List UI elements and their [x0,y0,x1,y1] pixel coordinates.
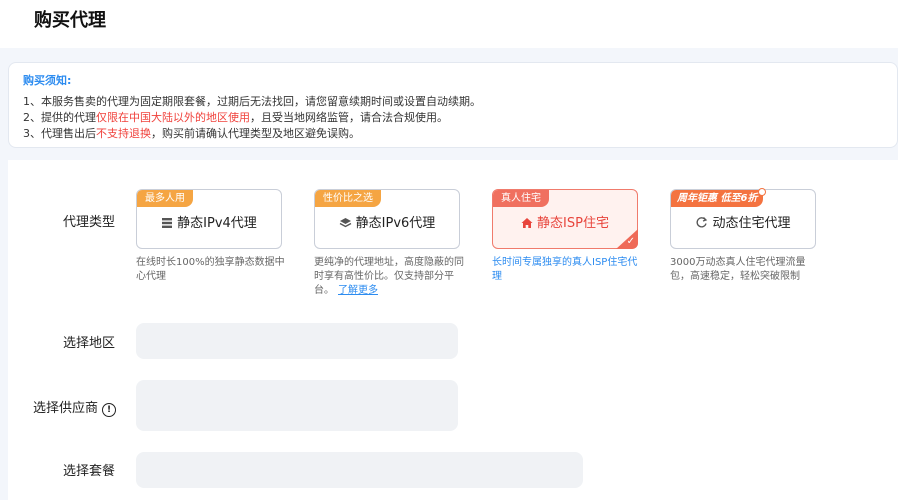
provider-select[interactable] [136,380,458,431]
proxy-type-label: 代理类型 [63,215,116,230]
notice-line-2-suffix: ，且受当地网络监管，请合法合规使用。 [250,111,448,124]
card-name-wrap: 静态IPv4代理 [137,212,281,233]
card-desc-dynamic-residential: 3000万动态真人住宅代理流量包，高速稳定，轻松突破限制 [670,257,806,282]
notice-line-2-prefix: 2、提供的代理 [23,111,96,124]
promo-dot [758,188,767,196]
card-tag: 最多人用 [137,190,193,207]
notice-line-3-suffix: ，购买前请确认代理类型及地区避免误购。 [151,127,360,140]
card-name: 动态住宅代理 [712,216,791,231]
notice-title: 购买须知: [23,74,72,87]
promo-tag-text: 周年钜惠 低至6折 [677,193,758,204]
notice-line-3-highlight: 不支持退换 [96,127,151,140]
proxy-card-dynamic-residential[interactable]: 周年钜惠 低至6折 动态住宅代理 [670,188,816,249]
package-select[interactable] [136,452,583,488]
card-desc-static-ipv4: 在线时长100%的独享静态数据中心代理 [136,257,285,282]
card-name: 静态ISP住宅 [537,216,609,231]
card-promo-tag: 周年钜惠 低至6折 [671,188,767,207]
card-desc-static-ipv6: 更纯净的代理地址，高度隐蔽的同时享有高性价比。仅支持部分平台。 了解更多 [314,256,464,298]
server-icon [161,217,173,233]
proxy-card-static-ipv6[interactable]: 性价比之选 静态IPv6代理 [314,189,460,249]
card-tag: 真人住宅 [493,190,549,207]
notice-line-1: 1、本服务售卖的代理为固定期限套餐，过期后无法找回，请您留意续期时间或设置自动续… [23,95,481,108]
card-desc-text: 更纯净的代理地址，高度隐蔽的同时享有高性价比。仅支持部分平台。 [314,257,464,296]
provider-label-wrap: 选择供应商! [33,397,117,417]
purchase-notice: 购买须知: 1、本服务售卖的代理为固定期限套餐，过期后无法找回，请您留意续期时间… [8,62,898,148]
region-label: 选择地区 [63,336,116,351]
card-name: 静态IPv4代理 [177,216,257,231]
layers-icon [339,217,352,233]
check-icon: ✓ [626,236,635,247]
proxy-card-static-ipv4[interactable]: 最多人用 静态IPv4代理 [136,189,282,249]
card-desc-static-isp: 长时间专属独享的真人ISP住宅代理 [492,257,638,282]
proxy-card-static-isp[interactable]: 真人住宅 静态ISP住宅 ✓ [492,189,638,249]
notice-line-3: 3、代理售出后不支持退换，购买前请确认代理类型及地区避免误购。 [23,125,360,141]
home-icon [521,217,533,233]
info-icon[interactable]: ! [102,403,117,417]
notice-line-2-highlight: 仅限在中国大陆以外的地区使用 [96,111,250,124]
card-name-wrap: 动态住宅代理 [671,212,815,233]
region-select[interactable] [136,323,458,359]
provider-label: 选择供应商 [33,401,99,416]
notice-line-3-prefix: 3、代理售出后 [23,127,96,140]
card-tag: 性价比之选 [315,190,381,207]
package-label: 选择套餐 [63,464,116,479]
page-title: 购买代理 [34,10,106,31]
card-name-wrap: 静态IPv6代理 [315,212,459,233]
card-name: 静态IPv6代理 [355,216,436,231]
notice-line-2: 2、提供的代理仅限在中国大陆以外的地区使用，且受当地网络监管，请合法合规使用。 [23,109,448,125]
learn-more-link[interactable]: 了解更多 [338,285,378,296]
refresh-icon [695,216,708,233]
top-bar: 购买代理 [0,0,898,48]
